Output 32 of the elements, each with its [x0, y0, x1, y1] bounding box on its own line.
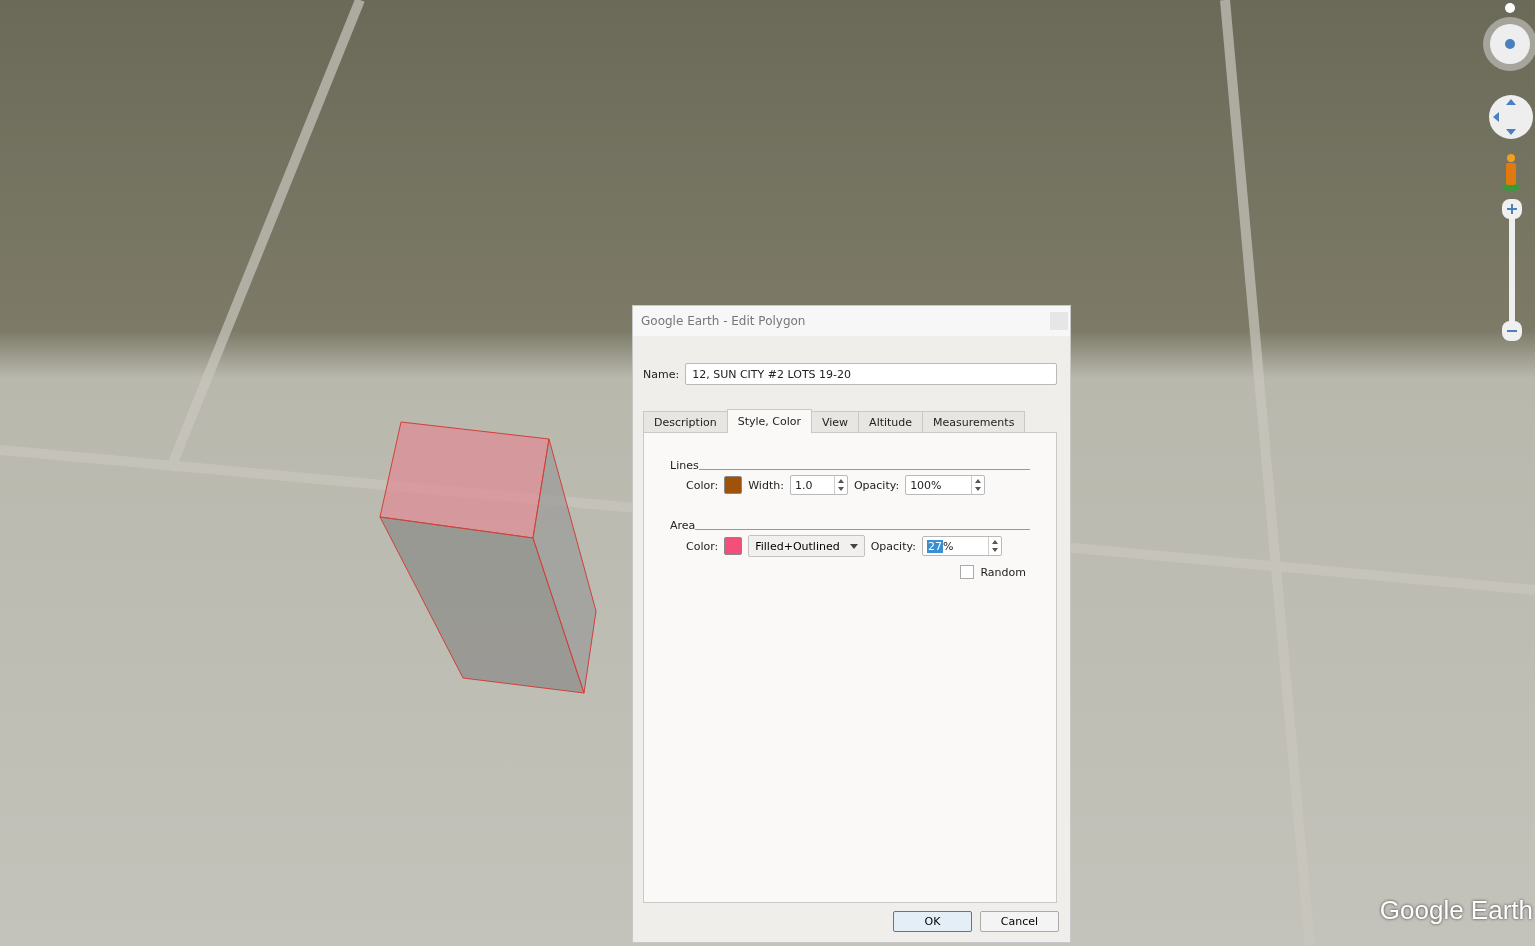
spinner-arrows-icon[interactable] — [987, 537, 1001, 555]
satellite-map[interactable] — [0, 0, 1535, 946]
spinner-arrows-icon[interactable] — [833, 476, 847, 494]
opacity-spinbox[interactable]: 100% — [905, 475, 986, 495]
color-label: Color: — [686, 539, 719, 553]
cancel-button[interactable]: Cancel — [980, 911, 1059, 932]
width-spinbox[interactable]: 1.0 — [789, 475, 848, 495]
tab[interactable]: Altitude — [858, 411, 924, 433]
tab[interactable]: Measurements — [922, 411, 1026, 433]
name-field[interactable]: 12, SUN CITY #2 LOTS 19-20 — [685, 363, 1057, 385]
group-heading: Lines — [670, 459, 699, 472]
window-title: Google Earth - Edit Polygon — [641, 314, 806, 328]
map-logo: Google Earth — [1379, 895, 1533, 926]
area-color-swatch[interactable] — [724, 537, 743, 555]
opacity-spinbox[interactable]: 27% — [921, 536, 1002, 556]
tab[interactable]: View — [811, 411, 860, 433]
ok-button[interactable]: OK — [893, 911, 972, 932]
line-color-swatch[interactable] — [724, 476, 743, 494]
fill-mode-dropdown[interactable]: Filled+Outlined — [748, 535, 865, 557]
zoom-slider-icon[interactable] — [1501, 197, 1523, 343]
opacity-label: Opacity: — [870, 539, 916, 553]
width-label: Width: — [748, 478, 784, 492]
color-label: Color: — [686, 478, 719, 492]
random-label: Random — [980, 565, 1026, 579]
random-checkbox[interactable] — [960, 565, 975, 579]
name-label: Name: — [643, 367, 680, 381]
tab[interactable]: Style, Color — [726, 409, 812, 433]
pan-control-icon[interactable] — [1486, 93, 1535, 141]
group-heading: Area — [670, 519, 696, 532]
caret-icon — [849, 543, 858, 549]
opacity-label: Opacity: — [853, 478, 900, 492]
tab[interactable]: Description — [643, 411, 728, 433]
